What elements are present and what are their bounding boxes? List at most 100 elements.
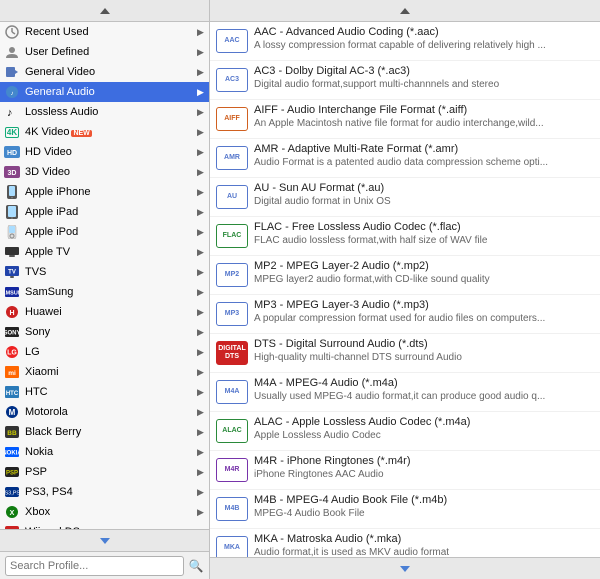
sidebar-item-user-defined[interactable]: User Defined▶: [0, 42, 209, 62]
clock-icon: [4, 24, 20, 40]
sidebar-item-4k-video[interactable]: 4K4K VideoNEW▶: [0, 122, 209, 142]
svg-text:HTC: HTC: [6, 391, 19, 397]
left-scroll-down[interactable]: [0, 529, 209, 551]
sidebar-item-samsung[interactable]: SAMSUNGSamSung▶: [0, 282, 209, 302]
expand-arrow-icon: ▶: [197, 467, 205, 478]
sidebar-item-apple-ipod[interactable]: Apple iPod▶: [0, 222, 209, 242]
sidebar-item-general-video[interactable]: General Video▶: [0, 62, 209, 82]
right-list-item-m4b[interactable]: M4BM4B - MPEG-4 Audio Book File (*.m4b)M…: [210, 490, 600, 529]
sidebar-item-lossless-audio[interactable]: ♪Lossless Audio▶: [0, 102, 209, 122]
expand-arrow-icon: ▶: [197, 447, 205, 458]
sidebar-item-label: Apple iPod: [25, 226, 197, 238]
sidebar-item-label: HTC: [25, 386, 197, 398]
expand-arrow-icon: ▶: [197, 207, 205, 218]
sidebar-item-label: Xbox: [25, 506, 197, 518]
ipad-icon: [4, 204, 20, 220]
right-list-item-amr[interactable]: AMRAMR - Adaptive Multi-Rate Format (*.a…: [210, 139, 600, 178]
right-scroll-down[interactable]: [210, 557, 600, 579]
sidebar-item-sony[interactable]: SONYSony▶: [0, 322, 209, 342]
svg-text:SONY: SONY: [5, 331, 19, 337]
format-desc: Audio format,it is used as MKV audio for…: [254, 546, 592, 557]
dts-format-icon: DIGITAL DTS: [216, 337, 248, 369]
search-bar: 🔍: [0, 551, 209, 579]
sidebar-item-3d-video[interactable]: 3D3D Video▶: [0, 162, 209, 182]
sidebar-item-psp[interactable]: PSPPSP▶: [0, 462, 209, 482]
expand-arrow-icon: ▶: [197, 347, 205, 358]
sidebar-item-hd-video[interactable]: HD HD Video▶: [0, 142, 209, 162]
expand-arrow-icon: ▶: [197, 147, 205, 158]
svg-text:M: M: [9, 408, 16, 417]
sidebar-item-wii-ds[interactable]: NWii and DS▶: [0, 522, 209, 529]
sidebar-item-general-audio[interactable]: ♪General Audio▶: [0, 82, 209, 102]
expand-arrow-icon: ▶: [197, 307, 205, 318]
user-icon: [4, 44, 20, 60]
sony-icon: SONY: [4, 324, 20, 340]
sidebar-item-xbox[interactable]: XXbox▶: [0, 502, 209, 522]
sidebar-item-label: Xiaomi: [25, 366, 197, 378]
sidebar-item-apple-tv[interactable]: Apple TV▶: [0, 242, 209, 262]
sidebar-item-lg[interactable]: LGLG▶: [0, 342, 209, 362]
sidebar-item-label: Black Berry: [25, 426, 197, 438]
format-title: AIFF - Audio Interchange File Format (*.…: [254, 103, 592, 117]
sidebar-item-huawei[interactable]: HHuawei▶: [0, 302, 209, 322]
right-list-item-aac[interactable]: AACAAC - Advanced Audio Coding (*.aac)A …: [210, 22, 600, 61]
sidebar-item-apple-ipad[interactable]: Apple iPad▶: [0, 202, 209, 222]
svg-text:LG: LG: [7, 350, 17, 357]
right-list-item-flac[interactable]: FLACFLAC - Free Lossless Audio Codec (*.…: [210, 217, 600, 256]
expand-arrow-icon: ▶: [197, 107, 205, 118]
sidebar-item-blackberry[interactable]: BBBlack Berry▶: [0, 422, 209, 442]
right-scroll-up[interactable]: [210, 0, 600, 22]
sidebar-item-tvs[interactable]: TVTVS▶: [0, 262, 209, 282]
expand-arrow-icon: ▶: [197, 407, 205, 418]
sidebar-item-label: Motorola: [25, 406, 197, 418]
sidebar-item-label: HD Video: [25, 146, 197, 158]
sidebar-item-motorola[interactable]: M Motorola▶: [0, 402, 209, 422]
right-list-item-mp2[interactable]: MP2MP2 - MPEG Layer-2 Audio (*.mp2)MPEG …: [210, 256, 600, 295]
expand-arrow-icon: ▶: [197, 387, 205, 398]
format-desc: iPhone Ringtones AAC Audio: [254, 468, 592, 481]
right-list-item-ac3[interactable]: AC3AC3 - Dolby Digital AC-3 (*.ac3)Digit…: [210, 61, 600, 100]
sidebar-item-label: Apple TV: [25, 246, 197, 258]
format-title: MP3 - MPEG Layer-3 Audio (*.mp3): [254, 298, 592, 312]
mp2-format-icon: MP2: [216, 259, 248, 291]
aiff-format-icon: AIFF: [216, 103, 248, 135]
aac-format-icon: AAC: [216, 25, 248, 57]
expand-arrow-icon: ▶: [197, 367, 205, 378]
expand-arrow-icon: ▶: [197, 227, 205, 238]
sidebar-item-xiaomi[interactable]: miXiaomi▶: [0, 362, 209, 382]
right-list-item-au[interactable]: AUAU - Sun AU Format (*.au)Digital audio…: [210, 178, 600, 217]
sidebar-item-label: Apple iPad: [25, 206, 197, 218]
right-list-item-dts[interactable]: DIGITAL DTSDTS - Digital Surround Audio …: [210, 334, 600, 373]
left-scroll-up[interactable]: [0, 0, 209, 22]
sidebar-item-nokia[interactable]: NOKIANokia▶: [0, 442, 209, 462]
au-format-icon: AU: [216, 181, 248, 213]
right-list-item-alac[interactable]: ALACALAC - Apple Lossless Audio Codec (*…: [210, 412, 600, 451]
ipod-icon: [4, 224, 20, 240]
search-input[interactable]: [5, 556, 184, 576]
right-list-item-m4a[interactable]: M4AM4A - MPEG-4 Audio (*.m4a)Usually use…: [210, 373, 600, 412]
format-desc: Usually used MPEG-4 audio format,it can …: [254, 390, 592, 403]
music-icon: ♪: [4, 104, 20, 120]
right-list-item-m4r[interactable]: M4RM4R - iPhone Ringtones (*.m4r)iPhone …: [210, 451, 600, 490]
right-list-item-mka[interactable]: MKAMKA - Matroska Audio (*.mka)Audio for…: [210, 529, 600, 557]
sidebar-item-label: PS3, PS4: [25, 486, 197, 498]
right-list-item-aiff[interactable]: AIFF AIFF - Audio Interchange File Format…: [210, 100, 600, 139]
expand-arrow-icon: ▶: [197, 247, 205, 258]
format-desc: Apple Lossless Audio Codec: [254, 429, 592, 442]
right-list-item-mp3[interactable]: MP3MP3 - MPEG Layer-3 Audio (*.mp3)A pop…: [210, 295, 600, 334]
sidebar-item-apple-iphone[interactable]: Apple iPhone▶: [0, 182, 209, 202]
sidebar-item-recent-used[interactable]: Recent Used▶: [0, 22, 209, 42]
expand-arrow-icon: ▶: [197, 487, 205, 498]
search-icon[interactable]: 🔍: [188, 558, 204, 574]
sidebar-item-htc[interactable]: HTCHTC▶: [0, 382, 209, 402]
format-desc: Digital audio format,support multi-chann…: [254, 78, 592, 91]
format-desc: An Apple Macintosh native file format fo…: [254, 117, 592, 130]
huawei-icon: H: [4, 304, 20, 320]
hd-icon: HD: [4, 144, 20, 160]
sidebar-item-ps3-ps4[interactable]: PS3,PS4PS3, PS4▶: [0, 482, 209, 502]
format-desc: FLAC audio lossless format,with half siz…: [254, 234, 592, 247]
expand-arrow-icon: ▶: [197, 47, 205, 58]
blackberry-icon: BB: [4, 424, 20, 440]
right-panel: AACAAC - Advanced Audio Coding (*.aac)A …: [210, 0, 600, 579]
expand-arrow-icon: ▶: [197, 187, 205, 198]
